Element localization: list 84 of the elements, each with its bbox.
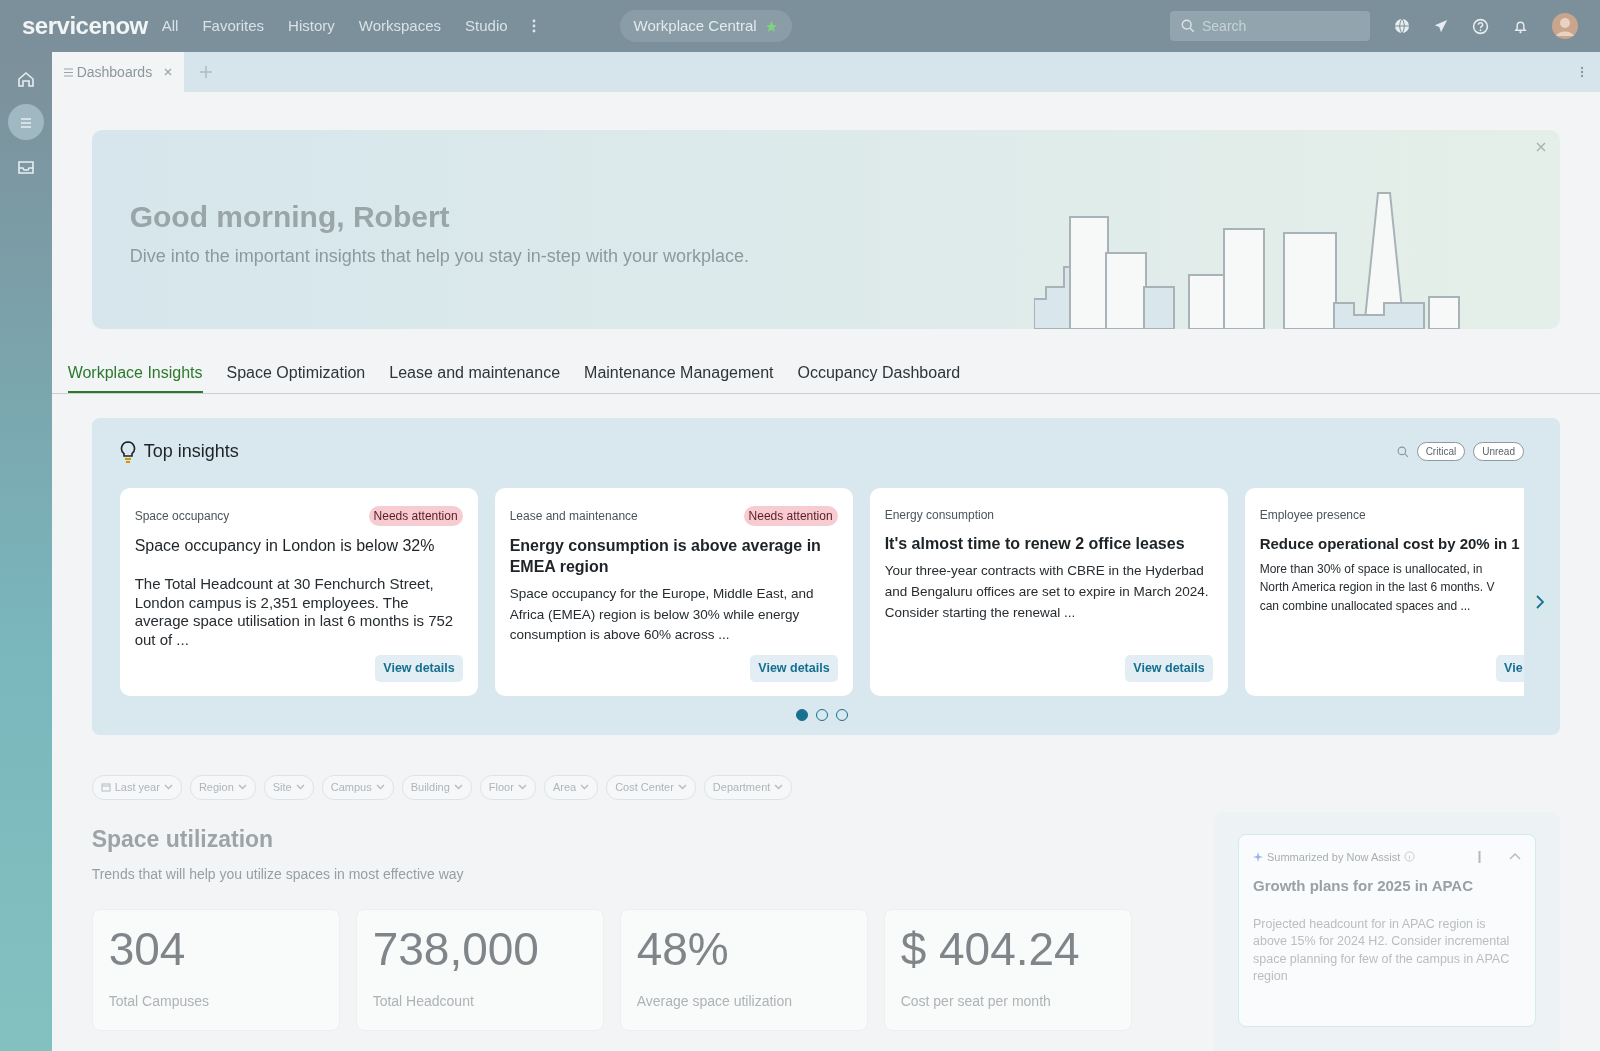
tab[interactable]: Space Optimization <box>226 355 366 393</box>
chevron-down-icon <box>517 784 527 791</box>
stat-value: 304 <box>108 924 187 975</box>
section-title: Space utilization <box>91 824 275 854</box>
help-icon[interactable] <box>1472 17 1489 35</box>
filter-dropdown[interactable]: Floor <box>479 775 536 800</box>
lightbulb-icon <box>119 440 136 463</box>
page-tab[interactable]: Dashboards <box>51 52 185 92</box>
collapse-icon[interactable] <box>1509 853 1521 861</box>
tab[interactable]: Maintenance Management <box>584 355 774 393</box>
nav-menu-item[interactable]: Favorites <box>202 10 265 42</box>
filter-dropdown[interactable]: Cost Center <box>606 775 696 800</box>
send-icon[interactable] <box>1434 19 1448 33</box>
filter-dropdown[interactable]: Campus <box>321 775 394 800</box>
filter-dropdown[interactable]: Last year <box>91 775 182 800</box>
stat-label: Total Headcount <box>372 991 475 1011</box>
status-badge: Needs attention <box>368 506 463 526</box>
filter-dropdown[interactable]: Region <box>189 775 256 800</box>
card-title: It's almost time to renew 2 office leases <box>884 534 1186 554</box>
nav-menu-item[interactable]: Workspaces <box>358 10 442 42</box>
add-tab-icon[interactable] <box>200 66 213 78</box>
filter-chip[interactable]: Unread <box>1473 442 1524 461</box>
card-text: Your three-year contracts with CBRE in the Hyderbad and Bengaluru offices are set to expire in March 2024. Consider starting the renewal ... <box>884 561 1210 622</box>
stat-value: $ 404.24 <box>900 924 1081 975</box>
view-details-button[interactable]: Vie <box>1496 655 1524 682</box>
chevron-down-icon <box>677 784 687 791</box>
stat-label: Total Campuses <box>108 991 211 1011</box>
banner-title: Good morning, Robert <box>129 199 451 235</box>
chevron-down-icon <box>163 784 173 791</box>
card-text: The Total Headcount at 30 Fenchurch Street, London campus is 2,351 employees. The average space utilisation in last 6 months is 752 out of ... <box>134 574 455 650</box>
filter-dropdown[interactable]: Department <box>703 775 793 800</box>
summary-source: Summarized by Now Assist <box>1267 849 1401 865</box>
chevron-down-icon <box>580 784 590 791</box>
workspace-pill[interactable]: Workplace Central <box>619 9 792 43</box>
filter-chip[interactable]: Critical <box>1416 442 1466 461</box>
status-badge: Needs attention <box>743 506 838 526</box>
card-category: Space occupancy <box>134 508 230 525</box>
nav-menu-item[interactable]: History <box>288 10 335 42</box>
nav-menu-item[interactable]: Studio <box>465 10 508 42</box>
card-title: Space occupancy in London is below 32% <box>134 536 436 556</box>
stat-value: 48% <box>636 924 730 975</box>
banner-subtitle: Dive into the important insights that help you stay in-step with your workplace. <box>129 245 750 268</box>
tab[interactable]: Occupancy Dashboard <box>797 355 961 393</box>
section-title: Top insights <box>143 440 239 463</box>
chevron-right-icon <box>1536 595 1544 609</box>
nav-menu-item[interactable]: All <box>161 10 179 42</box>
card-category: Energy consumption <box>884 507 995 524</box>
card-text: Space occupancy for the Europe, Middle East, and Africa (EMEA) region is below 30% while energy consumption is above 60% across ... <box>509 584 815 645</box>
filter-dropdown[interactable]: Site <box>263 775 314 800</box>
chevron-down-icon <box>295 784 305 791</box>
sparkle-icon <box>1253 851 1263 862</box>
star-icon <box>764 19 778 33</box>
card-title: Energy consumption is above average in EMEA region <box>509 536 822 577</box>
chevron-down-icon <box>237 784 247 791</box>
card-category: Employee presence <box>1259 507 1366 524</box>
summary-title: Growth plans for 2025 in APAC <box>1253 876 1475 896</box>
section-subtitle: Trends that will help you utilize spaces in most effective way <box>91 865 465 884</box>
chevron-down-icon <box>774 784 784 791</box>
stat-value: 738,000 <box>372 924 540 975</box>
chevron-down-icon <box>375 784 385 791</box>
filter-dropdown[interactable]: Area <box>543 775 599 800</box>
chevron-down-icon <box>453 784 463 791</box>
tab[interactable]: Workplace Insights <box>67 355 203 393</box>
info-icon[interactable] <box>1404 851 1416 863</box>
logo[interactable]: servicenow <box>22 8 148 44</box>
close-icon[interactable] <box>164 68 173 76</box>
sidebar-button[interactable] <box>7 104 44 140</box>
tab[interactable]: Lease and maintenance <box>389 355 561 393</box>
page-dot[interactable] <box>795 709 808 721</box>
globe-icon[interactable] <box>1394 18 1410 34</box>
view-details-button[interactable]: View details <box>750 655 838 682</box>
card-category: Lease and maintenance <box>509 508 638 525</box>
stat-label: Cost per seat per month <box>900 991 1052 1011</box>
filter-dropdown[interactable]: Building <box>401 775 472 800</box>
avatar[interactable] <box>1552 13 1578 39</box>
close-icon[interactable] <box>1536 142 1546 152</box>
card-title: Reduce operational cost by 20% in 1 <box>1259 534 1521 554</box>
search-icon[interactable] <box>1396 445 1409 458</box>
summary-text: Projected headcount for in APAC region is above 15% for 2024 H2. Consider incremental space planning for few of the campus in APAC region <box>1253 915 1511 985</box>
card-text: More than 30% of space is unallocated, in North America region in the last 6 months. V can combine unallocated spaces and ... <box>1259 560 1496 615</box>
stat-label: Average space utilization <box>636 991 794 1011</box>
view-details-button[interactable]: View details <box>375 655 463 682</box>
view-details-button[interactable]: View details <box>1125 655 1213 682</box>
calendar-icon <box>100 782 111 793</box>
